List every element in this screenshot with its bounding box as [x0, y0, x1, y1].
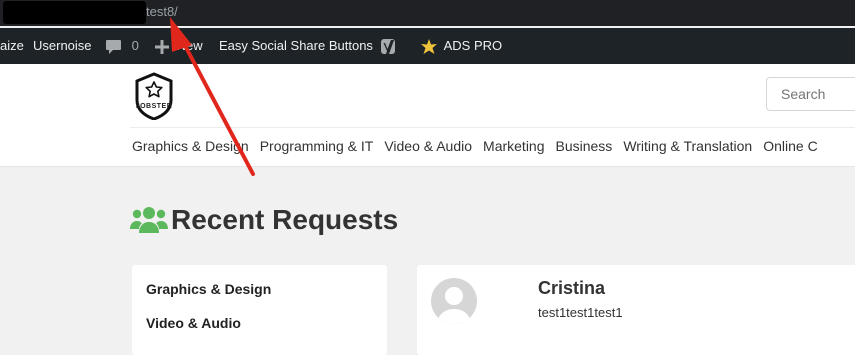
- comment-icon: [106, 39, 121, 54]
- admin-bar-item-label: ADS PRO: [443, 38, 503, 53]
- category-sidebar: Graphics & Design Video & Audio: [132, 265, 387, 355]
- admin-bar-item-customize[interactable]: aize: [0, 28, 24, 64]
- request-author-name[interactable]: Cristina: [538, 278, 605, 299]
- admin-bar-item-label: New: [176, 38, 203, 53]
- admin-bar-item-label: Usernoise: [33, 38, 92, 53]
- comment-count: 0: [131, 38, 139, 53]
- browser-url-bar[interactable]: test8/: [0, 0, 855, 26]
- nav-item-online[interactable]: Online C: [763, 138, 817, 154]
- shield-logo-icon: [135, 72, 173, 120]
- admin-bar-item-label: Easy Social Share Buttons: [219, 38, 373, 53]
- page-title: Recent Requests: [130, 202, 398, 238]
- nav-item-business[interactable]: Business: [556, 138, 613, 154]
- site-logo[interactable]: JOBSTER: [130, 72, 178, 120]
- users-icon: [130, 207, 168, 233]
- admin-bar: aize Usernoise 0 New Easy Social Share B…: [0, 28, 855, 64]
- url-text[interactable]: test8/: [146, 4, 178, 20]
- admin-bar-item-usernoise[interactable]: Usernoise: [33, 28, 92, 64]
- admin-bar-item-new[interactable]: New: [155, 28, 203, 64]
- plus-icon: [155, 39, 169, 54]
- request-card[interactable]: Cristina test1test1test1: [417, 265, 855, 355]
- url-redaction: [3, 1, 146, 24]
- category-nav: Graphics & Design Programming & IT Video &…: [132, 138, 829, 154]
- admin-bar-item-yoast[interactable]: [380, 28, 399, 64]
- page-title-text: Recent Requests: [171, 204, 399, 235]
- nav-item-marketing[interactable]: Marketing: [483, 138, 544, 154]
- yoast-icon: [381, 38, 395, 54]
- star-burst-icon: [421, 38, 437, 54]
- sidebar-category-graphics-design[interactable]: Graphics & Design: [146, 281, 271, 297]
- header-divider: [130, 127, 855, 128]
- request-description: test1test1test1: [538, 305, 623, 320]
- admin-bar-item-easy-social-share[interactable]: Easy Social Share Buttons: [219, 28, 373, 64]
- site-header: JOBSTER Graphics & Design Programming & I…: [0, 64, 855, 167]
- avatar[interactable]: [431, 278, 477, 324]
- admin-bar-item-ads-pro[interactable]: ADS PRO: [421, 28, 502, 64]
- admin-bar-item-comments[interactable]: 0: [105, 28, 139, 64]
- nav-item-video-audio[interactable]: Video & Audio: [384, 138, 472, 154]
- nav-item-graphics-design[interactable]: Graphics & Design: [132, 138, 249, 154]
- search-input[interactable]: [766, 77, 855, 111]
- user-avatar-icon: [437, 287, 471, 324]
- sidebar-category-video-audio[interactable]: Video & Audio: [146, 315, 241, 331]
- nav-item-programming-it[interactable]: Programming & IT: [260, 138, 374, 154]
- logo-text: JOBSTER: [135, 103, 173, 110]
- admin-bar-item-label: aize: [0, 38, 24, 53]
- nav-item-writing-translation[interactable]: Writing & Translation: [623, 138, 752, 154]
